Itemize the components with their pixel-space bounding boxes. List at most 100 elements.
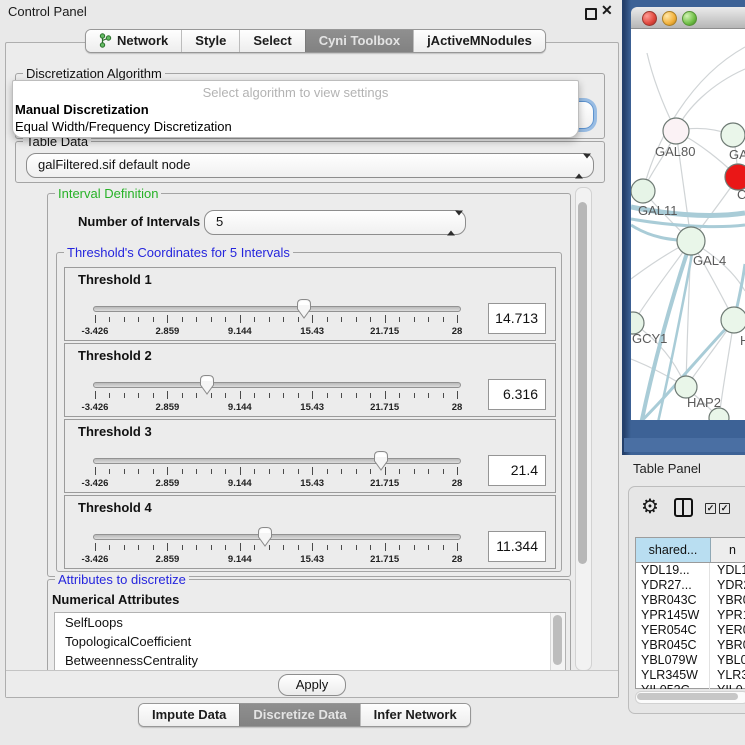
network-window-titlebar[interactable] <box>631 7 745 29</box>
tick-mark <box>211 545 212 550</box>
menu-item-equal-width-frequency[interactable]: Equal Width/Frequency Discretization <box>15 119 232 134</box>
cell-name[interactable]: YDL1 <box>710 563 745 578</box>
table-data-combobox[interactable]: galFiltered.sif default node <box>26 153 594 178</box>
tick-label: 15.43 <box>300 402 324 413</box>
tick-mark <box>138 317 139 322</box>
numerical-attributes-label: Numerical Attributes <box>52 592 179 607</box>
threshold-1-value-field[interactable]: 14.713 <box>488 303 546 334</box>
attribute-list-item[interactable]: TopologicalCoefficient <box>55 632 565 651</box>
threshold-1-slider[interactable]: -3.4262.8599.14415.4321.71528 <box>89 298 463 340</box>
network-node[interactable] <box>721 307 745 333</box>
menu-item-manual-discretization[interactable]: Manual Discretization <box>15 102 149 117</box>
threshold-3-value-field[interactable]: 21.4 <box>488 455 546 486</box>
table-row[interactable]: YPR145WYPR1 <box>636 608 745 623</box>
tick-mark <box>283 545 284 550</box>
tab-style[interactable]: Style <box>181 30 239 52</box>
number-of-intervals-combobox[interactable]: 5 <box>204 210 466 235</box>
column-header-shared-name[interactable]: shared... <box>636 538 711 562</box>
tick-label: -3.426 <box>82 478 109 489</box>
zoom-traffic-light-icon[interactable] <box>682 11 697 26</box>
gear-icon[interactable]: ⚙ <box>641 494 659 519</box>
cell-name[interactable]: YBL0 <box>710 653 745 668</box>
tab-jactivemnodules[interactable]: jActiveMNodules <box>413 30 545 52</box>
network-view-canvas[interactable]: GAL80GACGAL11GAL4GCY1HHAP2 <box>631 29 745 420</box>
algorithm-dropdown-hint: Select algorithm to view settings <box>13 85 578 100</box>
cell-shared-name[interactable]: YIL052C <box>636 683 710 689</box>
cell-shared-name[interactable]: YPR145W <box>636 608 710 623</box>
tick-mark <box>109 545 110 550</box>
table-row[interactable]: YDR27...YDR2 <box>636 578 745 593</box>
tab-cyni-toolbox[interactable]: Cyni Toolbox <box>305 30 413 52</box>
tick-mark <box>443 469 444 474</box>
cell-name[interactable]: YBR0 <box>710 593 745 608</box>
table-row[interactable]: YER054CYER0 <box>636 623 745 638</box>
close-icon[interactable]: ✕ <box>601 2 613 19</box>
attributes-group: Attributes to discretize Numerical Attri… <box>47 579 571 672</box>
cell-shared-name[interactable]: YLR345W <box>636 668 710 683</box>
cell-shared-name[interactable]: YDR27... <box>636 578 710 593</box>
slider-track[interactable] <box>93 306 461 312</box>
checkbox-checked-icon[interactable]: ✓ <box>705 503 716 514</box>
list-scrollbar[interactable] <box>550 613 565 671</box>
table-row[interactable]: YDL19...YDL1 <box>636 563 745 578</box>
tab-network[interactable]: Network <box>86 30 181 52</box>
float-window-icon[interactable] <box>585 8 597 20</box>
cell-shared-name[interactable]: YDL19... <box>636 563 710 578</box>
slider-thumb-icon[interactable] <box>373 450 389 472</box>
tab-impute-data[interactable]: Impute Data <box>139 704 239 726</box>
tab-discretize-data[interactable]: Discretize Data <box>239 704 359 726</box>
attribute-list-item[interactable]: BetweennessCentrality <box>55 651 565 670</box>
minimize-traffic-light-icon[interactable] <box>662 11 677 26</box>
cell-name[interactable]: YER0 <box>710 623 745 638</box>
apply-button[interactable]: Apply <box>278 674 346 696</box>
table-row[interactable]: YLR345WYLR3 <box>636 668 745 683</box>
panel-scrollbar[interactable] <box>575 187 592 671</box>
network-node-label: GA <box>729 147 745 162</box>
network-node[interactable] <box>721 123 745 147</box>
slider-track[interactable] <box>93 458 461 464</box>
slider-track[interactable] <box>93 534 461 540</box>
tick-label: 9.144 <box>228 402 252 413</box>
cell-shared-name[interactable]: YBR045C <box>636 638 710 653</box>
slider-thumb-icon[interactable] <box>257 526 273 548</box>
table-row[interactable]: YBR043CYBR0 <box>636 593 745 608</box>
threshold-2-value-field[interactable]: 6.316 <box>488 379 546 410</box>
tick-mark <box>283 393 284 398</box>
threshold-4-value-field[interactable]: 11.344 <box>488 531 546 562</box>
numerical-attributes-list[interactable]: SelfLoopsTopologicalCoefficientBetweenne… <box>54 612 566 672</box>
table-row[interactable]: YBL079WYBL0 <box>636 653 745 668</box>
tab-infer-network[interactable]: Infer Network <box>360 704 470 726</box>
node-attribute-table[interactable]: shared... n YDL19...YDL1YDR27...YDR2YBR0… <box>635 537 745 689</box>
cell-name[interactable]: YPR1 <box>710 608 745 623</box>
cell-shared-name[interactable]: YBL079W <box>636 653 710 668</box>
tick-mark <box>225 469 226 474</box>
table-row[interactable]: YBR045CYBR0 <box>636 638 745 653</box>
slider-thumb-icon[interactable] <box>296 298 312 320</box>
cell-shared-name[interactable]: YBR043C <box>636 593 710 608</box>
table-row[interactable]: YIL052CYIL0 <box>636 683 745 689</box>
column-header-name[interactable]: n <box>711 538 745 562</box>
slider-track[interactable] <box>93 382 461 388</box>
cell-name[interactable]: YBR0 <box>710 638 745 653</box>
cell-name[interactable]: YLR3 <box>710 668 745 683</box>
threshold-1-label: Threshold 1 <box>78 272 152 287</box>
slider-thumb-icon[interactable] <box>199 374 215 396</box>
close-traffic-light-icon[interactable] <box>642 11 657 26</box>
checkbox-checked-icon[interactable]: ✓ <box>719 503 730 514</box>
table-horizontal-scrollbar[interactable] <box>635 691 745 704</box>
split-columns-icon[interactable] <box>674 498 693 517</box>
cell-name[interactable]: YDR2 <box>710 578 745 593</box>
tick-mark <box>240 467 241 475</box>
tick-mark <box>356 545 357 550</box>
network-node[interactable] <box>677 227 705 255</box>
threshold-3-slider[interactable]: -3.4262.8599.14415.4321.71528 <box>89 450 463 492</box>
tick-label: 21.715 <box>370 402 399 413</box>
attribute-list-item[interactable]: SelfLoops <box>55 613 565 632</box>
network-node[interactable] <box>663 118 689 144</box>
threshold-2-slider[interactable]: -3.4262.8599.14415.4321.71528 <box>89 374 463 416</box>
cell-name[interactable]: YIL0 <box>710 683 745 689</box>
cell-shared-name[interactable]: YER054C <box>636 623 710 638</box>
tab-select[interactable]: Select <box>239 30 304 52</box>
network-node[interactable] <box>631 179 655 203</box>
threshold-4-slider[interactable]: -3.4262.8599.14415.4321.71528 <box>89 526 463 568</box>
